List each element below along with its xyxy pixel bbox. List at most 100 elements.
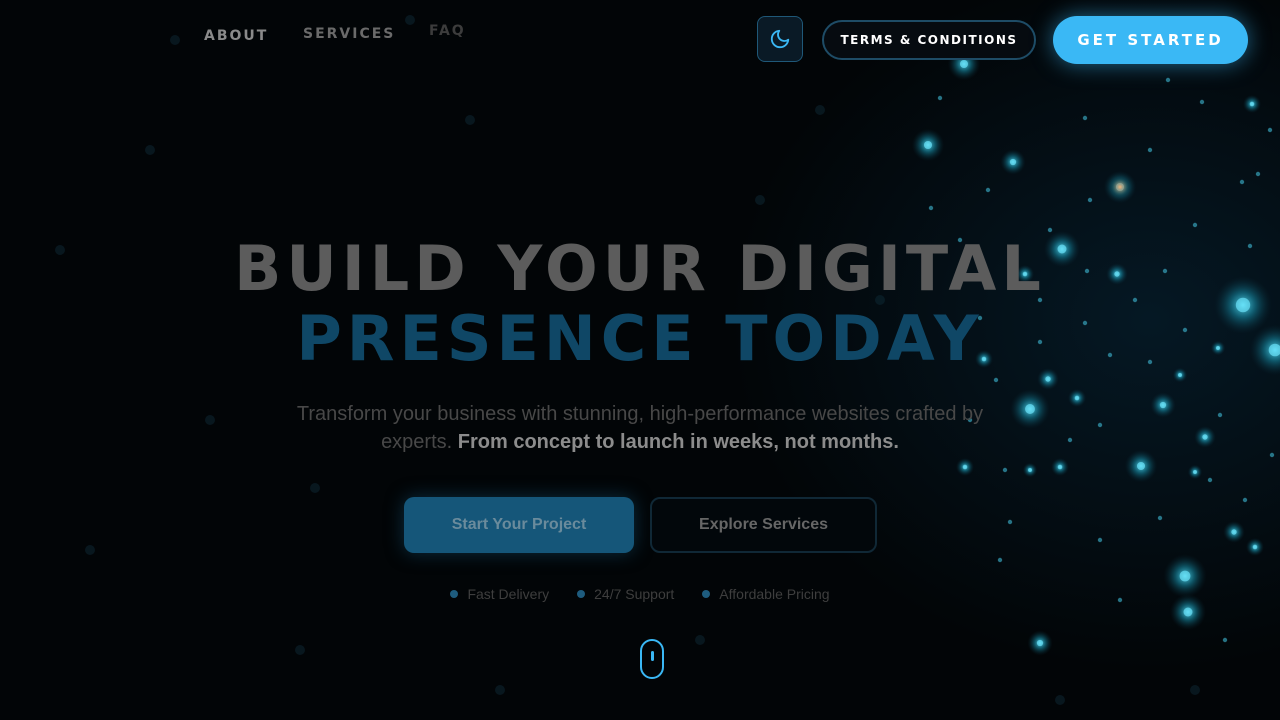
particle-core bbox=[959, 59, 969, 69]
particle-dot bbox=[1192, 222, 1198, 228]
particle-glow bbox=[1246, 538, 1264, 556]
particle-faint bbox=[1055, 695, 1065, 705]
particle-faint bbox=[170, 35, 180, 45]
particle-dot bbox=[1097, 422, 1103, 428]
particle-dot bbox=[1157, 515, 1163, 521]
particle-core bbox=[1028, 468, 1032, 472]
particle-core bbox=[1074, 395, 1080, 401]
particle-glow bbox=[1010, 389, 1050, 429]
feature-label: Affordable Pricing bbox=[719, 586, 830, 602]
particle-glow bbox=[1150, 392, 1176, 418]
particle-core bbox=[1025, 404, 1035, 414]
hero-description: Transform your business with stunning, h… bbox=[290, 400, 990, 456]
nav-link-services[interactable]: SERVICES bbox=[303, 26, 395, 42]
particle-glow bbox=[1243, 95, 1261, 113]
particle-core bbox=[1252, 544, 1258, 550]
particle-dot bbox=[1255, 171, 1261, 177]
particle-glow-warm bbox=[1110, 177, 1130, 197]
particle-core bbox=[1249, 101, 1255, 107]
particle-glow bbox=[911, 128, 945, 162]
particle-dot bbox=[1007, 519, 1013, 525]
terms-conditions-button[interactable]: TERMS & CONDITIONS bbox=[822, 20, 1036, 60]
particle-dot bbox=[1217, 412, 1223, 418]
particle-core bbox=[1115, 182, 1125, 192]
particle-core bbox=[1178, 373, 1182, 377]
particle-faint bbox=[815, 105, 825, 115]
particle-core bbox=[1057, 464, 1063, 470]
particle-faint bbox=[205, 415, 215, 425]
get-started-button[interactable]: GET STARTED bbox=[1053, 16, 1248, 64]
particle-dot bbox=[1207, 477, 1213, 483]
particle-core bbox=[1159, 401, 1167, 409]
particle-dot bbox=[1002, 467, 1008, 473]
particle-dot bbox=[997, 557, 1003, 563]
particle-dot bbox=[1097, 537, 1103, 543]
bullet-dot-icon bbox=[702, 590, 711, 598]
feature-item: Affordable Pricing bbox=[702, 586, 830, 602]
particle-dot bbox=[985, 187, 991, 193]
particle-core bbox=[1045, 376, 1051, 382]
particle-dot bbox=[1067, 437, 1073, 443]
particle-core bbox=[1136, 461, 1146, 471]
nav-link-faq[interactable]: FAQ bbox=[429, 23, 466, 39]
particle-dot bbox=[1165, 77, 1171, 83]
particle-dot bbox=[1222, 637, 1228, 643]
feature-label: Fast Delivery bbox=[467, 586, 550, 602]
particle-dot bbox=[993, 377, 999, 383]
hero-title-line2: PRESENCE TODAY bbox=[296, 302, 984, 375]
particle-dot bbox=[1147, 147, 1153, 153]
particle-faint bbox=[495, 685, 505, 695]
particle-core bbox=[1036, 639, 1044, 647]
particle-faint bbox=[465, 115, 475, 125]
particle-glow bbox=[1051, 458, 1069, 476]
feature-list: Fast Delivery 24/7 Support Affordable Pr… bbox=[0, 586, 1280, 602]
particle-core bbox=[1231, 529, 1237, 535]
particle-glow bbox=[1223, 521, 1245, 543]
moon-icon bbox=[770, 29, 790, 49]
particle-dot bbox=[1269, 452, 1275, 458]
feature-label: 24/7 Support bbox=[594, 586, 675, 602]
nav-link-about[interactable]: ABOUT bbox=[204, 28, 268, 44]
bullet-dot-icon bbox=[450, 590, 459, 598]
particle-dot bbox=[1239, 179, 1245, 185]
particle-faint bbox=[1190, 685, 1200, 695]
particle-glow bbox=[1000, 149, 1026, 175]
particle-glow bbox=[1022, 462, 1038, 478]
particle-core bbox=[1179, 570, 1191, 582]
particle-core bbox=[1183, 607, 1193, 617]
particle-core bbox=[962, 464, 968, 470]
particle-faint bbox=[695, 635, 705, 645]
particle-core bbox=[1009, 158, 1017, 166]
particle-core bbox=[1193, 470, 1197, 474]
start-project-button[interactable]: Start Your Project bbox=[404, 497, 634, 553]
hero-title-line1: BUILD YOUR DIGITAL bbox=[234, 232, 1046, 305]
particle-dot bbox=[1242, 497, 1248, 503]
bullet-dot-icon bbox=[577, 590, 586, 598]
feature-item: Fast Delivery bbox=[450, 586, 549, 602]
particle-glow bbox=[1124, 449, 1158, 483]
particle-core bbox=[923, 140, 933, 150]
particle-glow bbox=[1187, 464, 1203, 480]
particle-dot bbox=[937, 95, 943, 101]
particle-faint bbox=[405, 15, 415, 25]
particle-dot bbox=[1082, 115, 1088, 121]
theme-toggle-button[interactable] bbox=[757, 16, 803, 62]
particle-glow bbox=[1103, 170, 1137, 204]
scroll-wheel bbox=[651, 651, 654, 661]
feature-item: 24/7 Support bbox=[577, 586, 674, 602]
hero-description-highlight: From concept to launch in weeks, not mon… bbox=[457, 431, 899, 453]
particle-glow bbox=[1068, 389, 1086, 407]
particle-dot bbox=[928, 205, 934, 211]
particle-dot bbox=[1267, 127, 1273, 133]
mouse-scroll-icon[interactable] bbox=[640, 639, 664, 679]
particle-glow bbox=[1037, 368, 1059, 390]
particle-dot bbox=[1047, 227, 1053, 233]
particle-dot bbox=[1199, 99, 1205, 105]
explore-services-button[interactable]: Explore Services bbox=[650, 497, 877, 553]
particle-faint bbox=[295, 645, 305, 655]
landing-page: ABOUT SERVICES FAQ TERMS & CONDITIONS GE… bbox=[0, 0, 1280, 720]
particle-glow bbox=[956, 458, 974, 476]
particle-dot bbox=[1087, 197, 1093, 203]
particle-faint bbox=[755, 195, 765, 205]
particle-core bbox=[1202, 434, 1208, 440]
